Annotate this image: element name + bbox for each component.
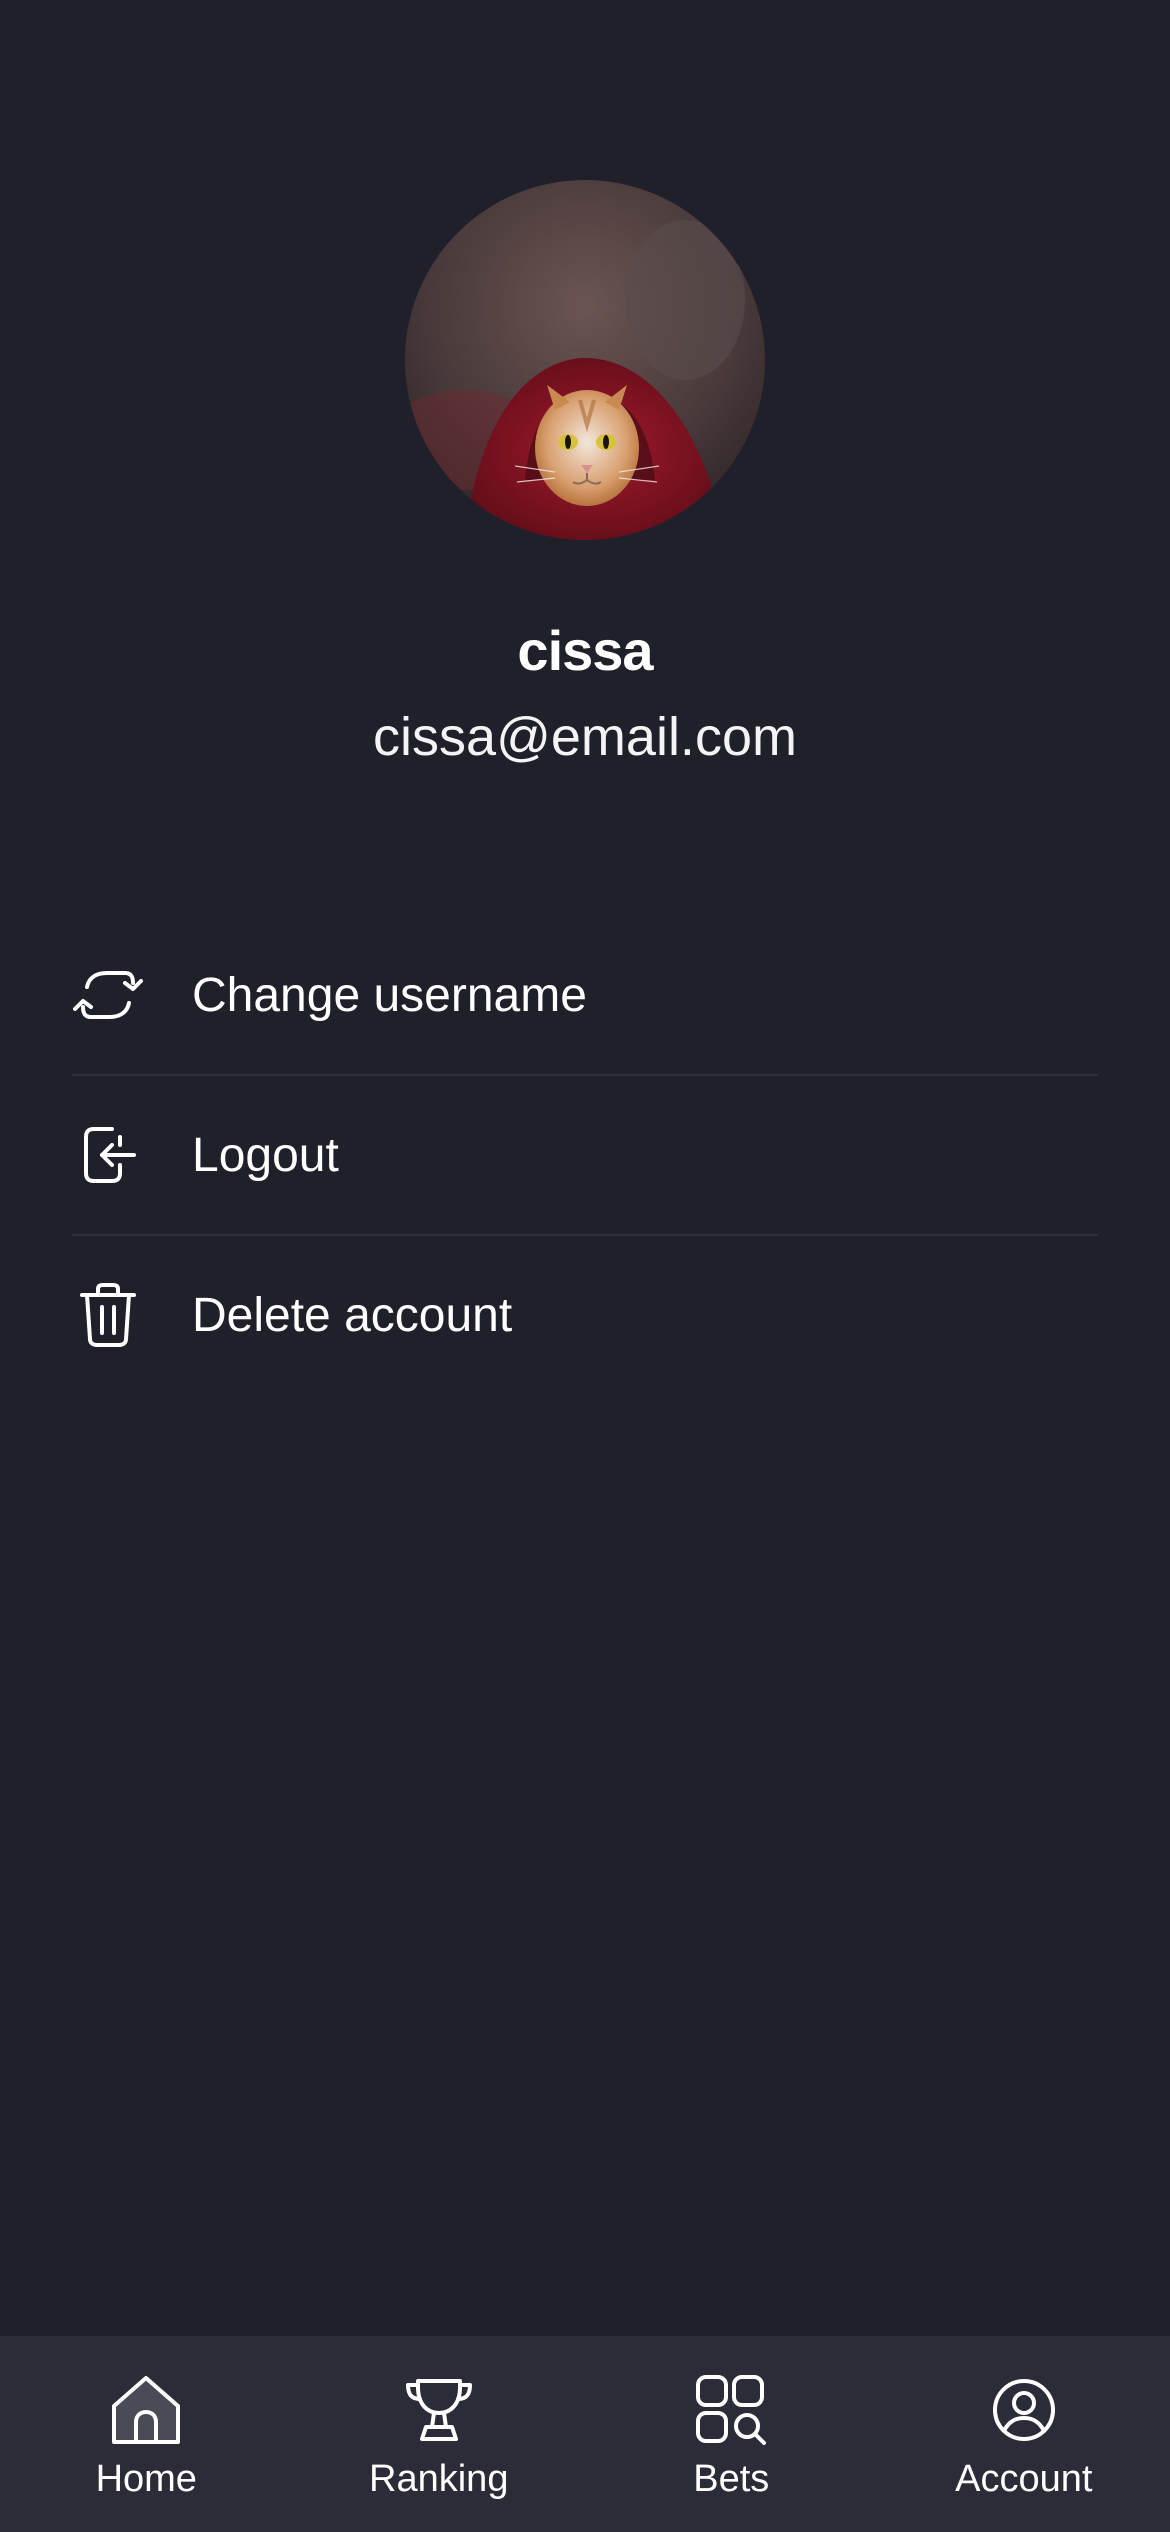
bets-grid-icon <box>691 2370 771 2450</box>
tab-bets[interactable]: Bets <box>585 2336 878 2532</box>
tab-account[interactable]: Account <box>878 2336 1170 2532</box>
logout-icon <box>72 1119 144 1191</box>
delete-account-button[interactable]: Delete account <box>72 1236 1098 1394</box>
tab-home[interactable]: Home <box>0 2336 293 2532</box>
user-email: cissa@email.com <box>373 707 797 767</box>
logout-label: Logout <box>192 1128 339 1182</box>
account-screen: cissa cissa@email.com Change username Lo… <box>0 0 1170 2532</box>
bottom-tab-bar: Home Ranking Bets Account <box>0 2336 1170 2532</box>
trash-icon <box>72 1279 144 1351</box>
delete-account-label: Delete account <box>192 1288 513 1342</box>
change-username-button[interactable]: Change username <box>72 916 1098 1076</box>
username: cissa <box>517 619 653 682</box>
trophy-icon <box>399 2370 479 2450</box>
avatar <box>405 180 765 540</box>
account-menu: Change username Logout Delete account <box>72 916 1098 1394</box>
refresh-icon <box>72 959 144 1031</box>
home-icon <box>106 2370 186 2450</box>
tab-account-label: Account <box>955 2458 1093 2500</box>
change-username-label: Change username <box>192 968 587 1022</box>
tab-bets-label: Bets <box>693 2458 770 2500</box>
tab-home-label: Home <box>95 2458 197 2500</box>
logout-button[interactable]: Logout <box>72 1076 1098 1236</box>
tab-ranking-label: Ranking <box>369 2458 509 2500</box>
user-circle-icon <box>984 2370 1064 2450</box>
tab-ranking[interactable]: Ranking <box>293 2336 586 2532</box>
